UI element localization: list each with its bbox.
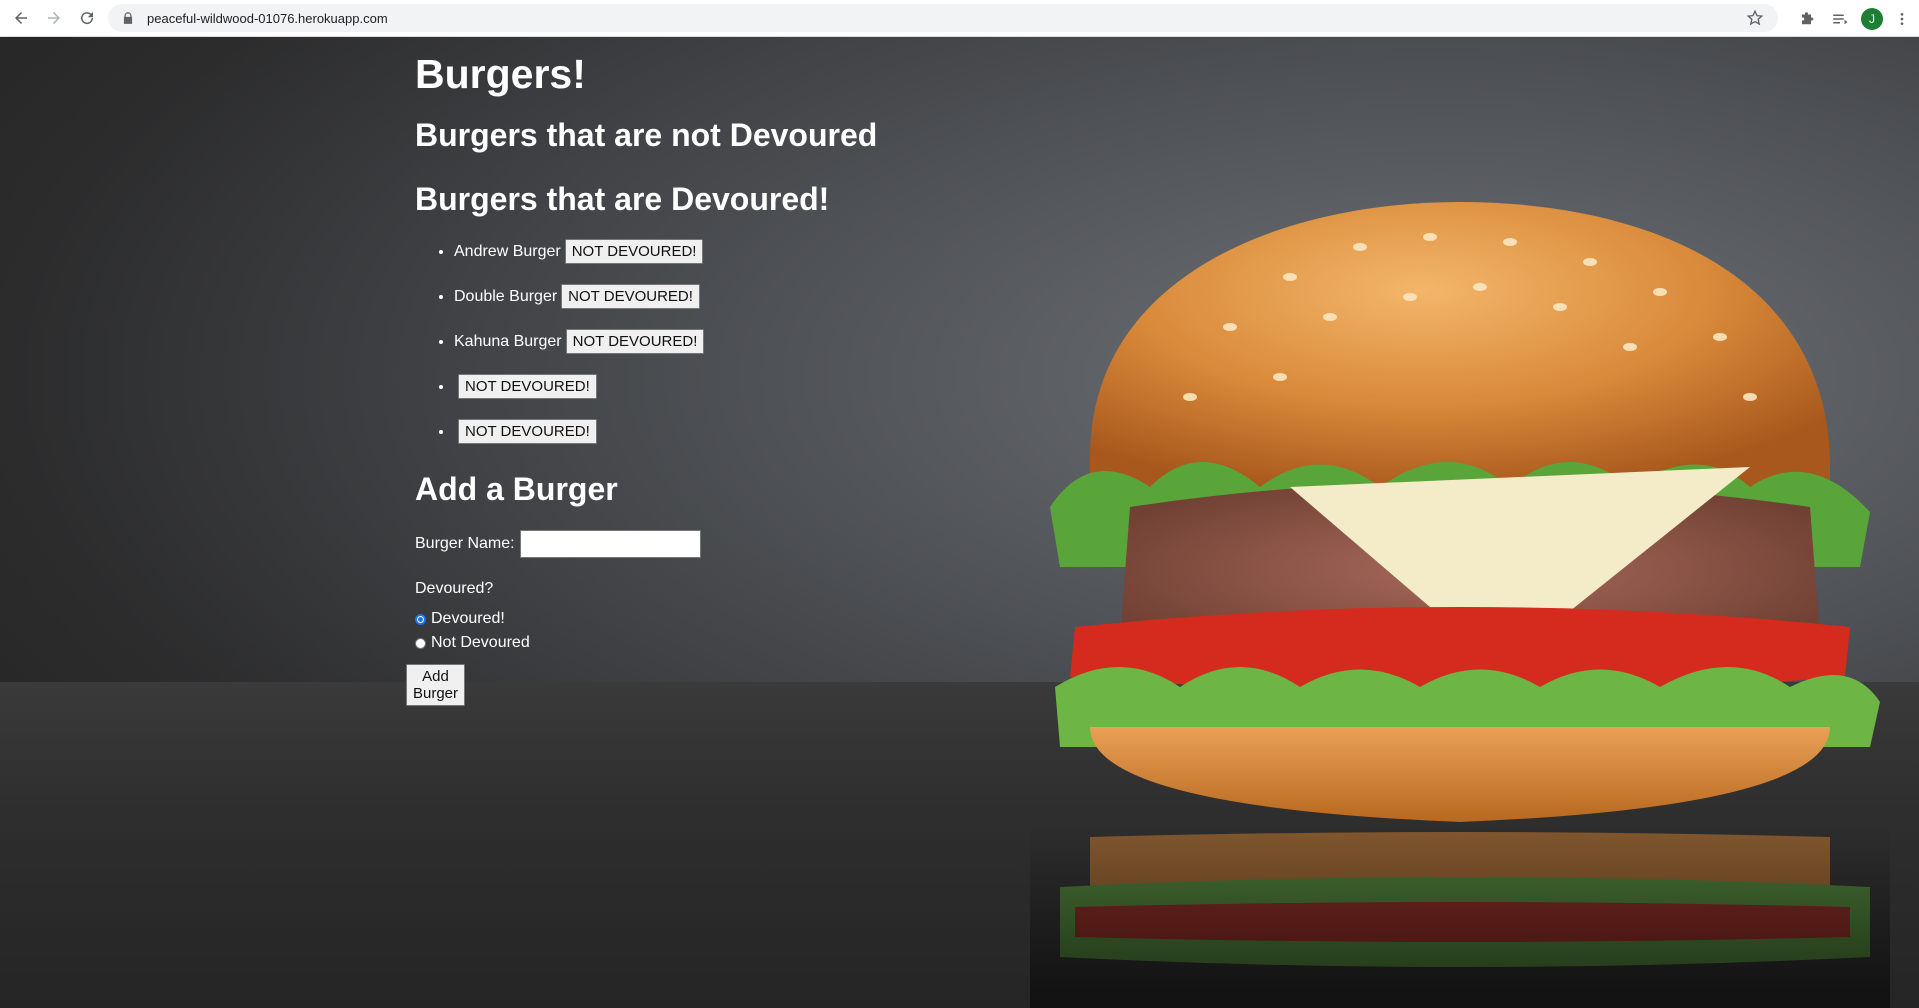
more-menu-icon[interactable] [1893, 8, 1911, 30]
bookmark-star-icon[interactable] [1746, 9, 1764, 27]
list-item: Double BurgerNOT DEVOURED! [454, 274, 854, 319]
devoured-radio-option[interactable]: Devoured! [415, 610, 505, 628]
list-item: Andrew BurgerNOT DEVOURED! [454, 229, 854, 274]
page-title: Burgers! [415, 51, 586, 97]
not-devoured-button[interactable]: NOT DEVOURED! [458, 374, 597, 400]
lock-icon [121, 11, 135, 25]
add-burger-button[interactable]: Add Burger [406, 664, 466, 706]
profile-avatar[interactable]: J [1861, 7, 1883, 30]
devoured-heading: Burgers that are Devoured! [415, 181, 830, 217]
reload-icon[interactable] [75, 6, 99, 30]
burger-name: Double Burger [454, 288, 558, 305]
back-arrow-icon[interactable] [9, 6, 33, 30]
list-item: NOT DEVOURED! [454, 409, 854, 454]
forward-arrow-icon[interactable] [42, 6, 66, 30]
page-viewport: Burgers! Burgers that are not Devoured B… [0, 37, 1919, 1008]
browser-toolbar: peaceful-wildwood-01076.herokuapp.com J [0, 0, 1919, 37]
burger-name-row: Burger Name: [415, 530, 701, 558]
burger-name: Kahuna Burger [454, 333, 562, 350]
devoured-radio-label: Devoured! [431, 610, 505, 627]
burger-name-input[interactable] [519, 530, 701, 558]
devoured-burger-list: Andrew BurgerNOT DEVOURED! Double Burger… [415, 229, 854, 454]
not-devoured-radio[interactable] [415, 637, 426, 649]
burger-name: Andrew Burger [454, 243, 561, 260]
list-item: Kahuna BurgerNOT DEVOURED! [454, 319, 854, 364]
not-devoured-button[interactable]: NOT DEVOURED! [561, 284, 700, 310]
not-devoured-radio-label: Not Devoured [431, 634, 530, 651]
not-devoured-heading: Burgers that are not Devoured [415, 117, 878, 153]
extensions-puzzle-icon[interactable] [1797, 8, 1819, 30]
add-burger-heading: Add a Burger [415, 471, 618, 507]
url-text: peaceful-wildwood-01076.herokuapp.com [147, 10, 388, 26]
devoured-radio[interactable] [415, 613, 426, 625]
not-devoured-button[interactable]: NOT DEVOURED! [564, 239, 704, 265]
not-devoured-button[interactable]: NOT DEVOURED! [458, 419, 597, 445]
address-bar[interactable]: peaceful-wildwood-01076.herokuapp.com [108, 4, 1778, 32]
devoured-question-label: Devoured? [415, 580, 494, 597]
not-devoured-button[interactable]: NOT DEVOURED! [565, 329, 705, 355]
burger-background-image [1030, 202, 1890, 1008]
list-item: NOT DEVOURED! [454, 364, 854, 409]
not-devoured-radio-option[interactable]: Not Devoured [415, 634, 530, 652]
burger-name-label: Burger Name: [415, 535, 515, 552]
reading-list-icon[interactable] [1829, 8, 1851, 30]
